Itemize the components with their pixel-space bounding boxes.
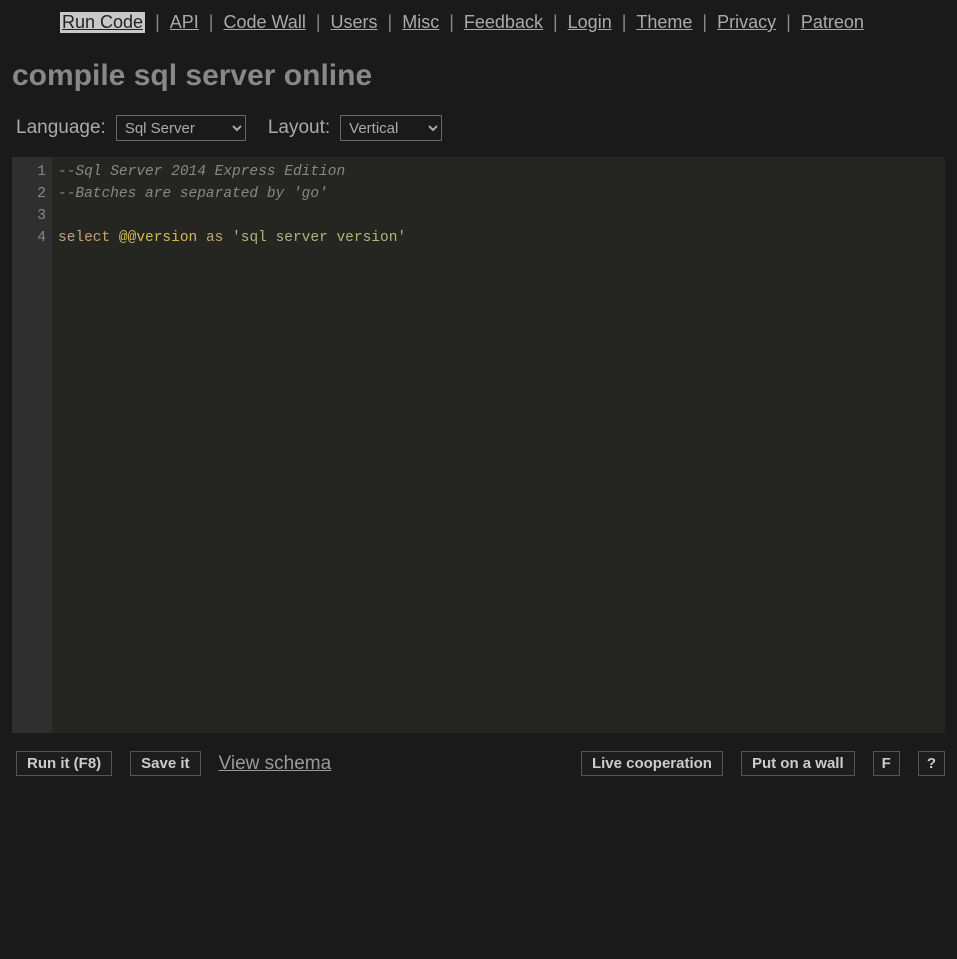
live-cooperation-button[interactable]: Live cooperation [581, 751, 723, 776]
fullscreen-button[interactable]: F [873, 751, 900, 776]
nav-privacy[interactable]: Privacy [717, 12, 776, 33]
nav-misc[interactable]: Misc [402, 12, 439, 33]
nav-users[interactable]: Users [331, 12, 378, 33]
nav-separator: | [155, 12, 160, 33]
code-line: select @@version as 'sql server version' [58, 227, 939, 249]
nav-api[interactable]: API [170, 12, 199, 33]
line-number: 2 [12, 183, 46, 205]
nav-separator: | [209, 12, 214, 33]
nav-separator: | [786, 12, 791, 33]
nav-run-code[interactable]: Run Code [60, 12, 145, 33]
code-line: --Batches are separated by 'go' [58, 183, 939, 205]
nav-separator: | [702, 12, 707, 33]
bottom-toolbar: Run it (F8) Save it View schema Live coo… [0, 733, 957, 794]
nav-feedback[interactable]: Feedback [464, 12, 543, 33]
run-button[interactable]: Run it (F8) [16, 751, 112, 776]
top-nav: Run Code | API | Code Wall | Users | Mis… [0, 0, 957, 41]
code-editor[interactable]: 1 2 3 4 --Sql Server 2014 Express Editio… [12, 157, 945, 733]
page-title: compile sql server online [0, 41, 957, 111]
language-select[interactable]: Sql Server [116, 115, 246, 141]
line-number-gutter: 1 2 3 4 [12, 157, 52, 733]
language-label: Language: [16, 117, 106, 139]
help-button[interactable]: ? [918, 751, 945, 776]
code-line [58, 205, 939, 227]
layout-label: Layout: [268, 117, 330, 139]
code-line: --Sql Server 2014 Express Edition [58, 161, 939, 183]
nav-code-wall[interactable]: Code Wall [223, 12, 305, 33]
put-on-wall-button[interactable]: Put on a wall [741, 751, 855, 776]
line-number: 3 [12, 205, 46, 227]
nav-separator: | [449, 12, 454, 33]
line-number: 1 [12, 161, 46, 183]
nav-separator: | [553, 12, 558, 33]
nav-separator: | [316, 12, 321, 33]
nav-separator: | [388, 12, 393, 33]
controls-row: Language: Sql Server Layout: Vertical [0, 111, 957, 157]
save-button[interactable]: Save it [130, 751, 200, 776]
layout-select[interactable]: Vertical [340, 115, 442, 141]
line-number: 4 [12, 227, 46, 249]
nav-patreon[interactable]: Patreon [801, 12, 864, 33]
nav-login[interactable]: Login [568, 12, 612, 33]
view-schema-link[interactable]: View schema [219, 753, 332, 775]
code-area[interactable]: --Sql Server 2014 Express Edition--Batch… [52, 157, 945, 733]
nav-separator: | [622, 12, 627, 33]
nav-theme[interactable]: Theme [636, 12, 692, 33]
